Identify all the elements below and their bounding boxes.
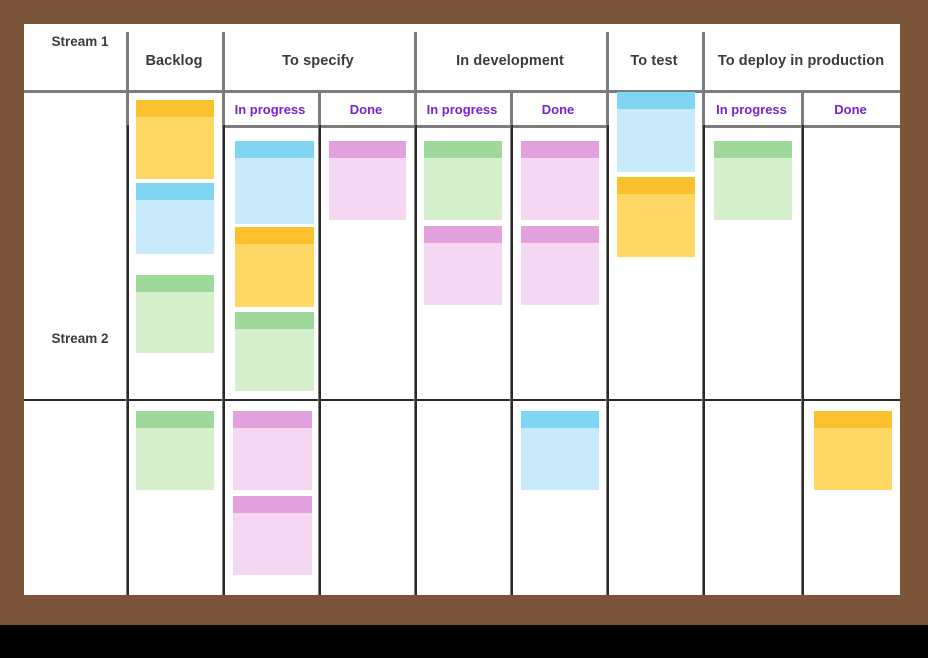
- sticky-note[interactable]: [617, 92, 695, 172]
- sticky-note-body: [136, 200, 214, 254]
- kanban-grid: Backlog To specify In development To test To…: [24, 24, 900, 595]
- sticky-note-strip: [136, 275, 214, 292]
- sticky-note[interactable]: [521, 141, 599, 220]
- sticky-note[interactable]: [714, 141, 792, 220]
- sticky-note[interactable]: [814, 411, 892, 490]
- sticky-note-body: [235, 329, 314, 391]
- sticky-note-body: [617, 109, 695, 172]
- sticky-note-strip: [329, 141, 406, 158]
- sticky-note-strip: [617, 177, 695, 194]
- sticky-note-strip: [521, 141, 599, 158]
- sticky-note-strip: [424, 226, 502, 243]
- sticky-note-strip: [136, 100, 214, 117]
- sticky-note[interactable]: [329, 141, 406, 220]
- sticky-note-body: [814, 428, 892, 490]
- sticky-note[interactable]: [136, 275, 214, 353]
- sticky-note-body: [424, 158, 502, 220]
- sticky-note-body: [329, 158, 406, 220]
- sticky-note-body: [521, 158, 599, 220]
- sticky-note-body: [521, 243, 599, 305]
- subcolumn-header-in-development-done: Done: [541, 101, 575, 117]
- sticky-note-strip: [521, 411, 599, 428]
- lane-line-to-deploy-done: [802, 125, 804, 595]
- column-header-to-deploy-in-production: To deploy in production: [717, 53, 885, 70]
- sticky-note-strip: [233, 496, 312, 513]
- column-header-in-development: In development: [456, 53, 564, 70]
- subcolumn-header-in-development-in-progress: In progress: [426, 101, 498, 117]
- bottom-letterbox-bar: [0, 625, 928, 658]
- sticky-note[interactable]: [424, 226, 502, 305]
- sticky-note-strip: [136, 183, 214, 200]
- sticky-note-strip: [424, 141, 502, 158]
- sticky-note-strip: [235, 141, 314, 158]
- sticky-note-body: [424, 243, 502, 305]
- sticky-note-body: [136, 428, 214, 490]
- lane-line-in-development: [415, 125, 417, 595]
- subcolumn-header-to-deploy-done: Done: [834, 101, 867, 117]
- sticky-note-strip: [814, 411, 892, 428]
- swimlane-label-stream-2: Stream 2: [51, 331, 109, 346]
- column-header-to-specify: To specify: [282, 53, 354, 70]
- swimlane-separator-line: [24, 399, 900, 401]
- subcolumn-header-to-specify-done: Done: [349, 101, 383, 117]
- sticky-note[interactable]: [521, 226, 599, 305]
- sticky-note-strip: [617, 92, 695, 109]
- sticky-note-strip: [521, 226, 599, 243]
- sticky-note[interactable]: [235, 312, 314, 391]
- sticky-note-strip: [235, 227, 314, 244]
- sticky-note[interactable]: [136, 411, 214, 490]
- sticky-note-strip: [136, 411, 214, 428]
- kanban-board-surface: Backlog To specify In development To test To…: [24, 24, 900, 595]
- sticky-note[interactable]: [617, 177, 695, 257]
- column-header-to-test: To test: [630, 53, 678, 70]
- sticky-note-body: [617, 194, 695, 257]
- sticky-note-body: [233, 428, 312, 490]
- subcolumn-header-to-specify-in-progress: In progress: [234, 101, 306, 117]
- sticky-note-body: [235, 244, 314, 307]
- subcolumn-header-to-deploy-in-progress: In progress: [716, 101, 787, 117]
- lane-line-backlog: [127, 125, 129, 595]
- lane-line-to-specify: [223, 125, 225, 595]
- lane-line-to-test: [607, 125, 609, 595]
- sticky-note[interactable]: [136, 100, 214, 179]
- sticky-note[interactable]: [235, 141, 314, 224]
- sticky-note-body: [521, 428, 599, 490]
- sticky-note-body: [714, 158, 792, 220]
- sticky-note[interactable]: [233, 411, 312, 490]
- swimlane-label-stream-1: Stream 1: [51, 34, 109, 49]
- lane-line-to-specify-done: [319, 125, 321, 595]
- lane-line-to-deploy-in-production: [703, 125, 705, 595]
- sticky-note[interactable]: [235, 227, 314, 307]
- sticky-note[interactable]: [424, 141, 502, 220]
- lane-line-in-development-done: [511, 125, 513, 595]
- sticky-note-body: [233, 513, 312, 575]
- sticky-note[interactable]: [136, 183, 214, 254]
- whiteboard-frame: Backlog To specify In development To test To…: [0, 0, 928, 625]
- sticky-note[interactable]: [233, 496, 312, 575]
- sticky-note-body: [235, 158, 314, 224]
- sticky-note-strip: [235, 312, 314, 329]
- sticky-note-strip: [233, 411, 312, 428]
- column-header-backlog: Backlog: [145, 53, 203, 70]
- sticky-note-body: [136, 292, 214, 353]
- sticky-note-body: [136, 117, 214, 179]
- sticky-note[interactable]: [521, 411, 599, 490]
- sticky-note-strip: [714, 141, 792, 158]
